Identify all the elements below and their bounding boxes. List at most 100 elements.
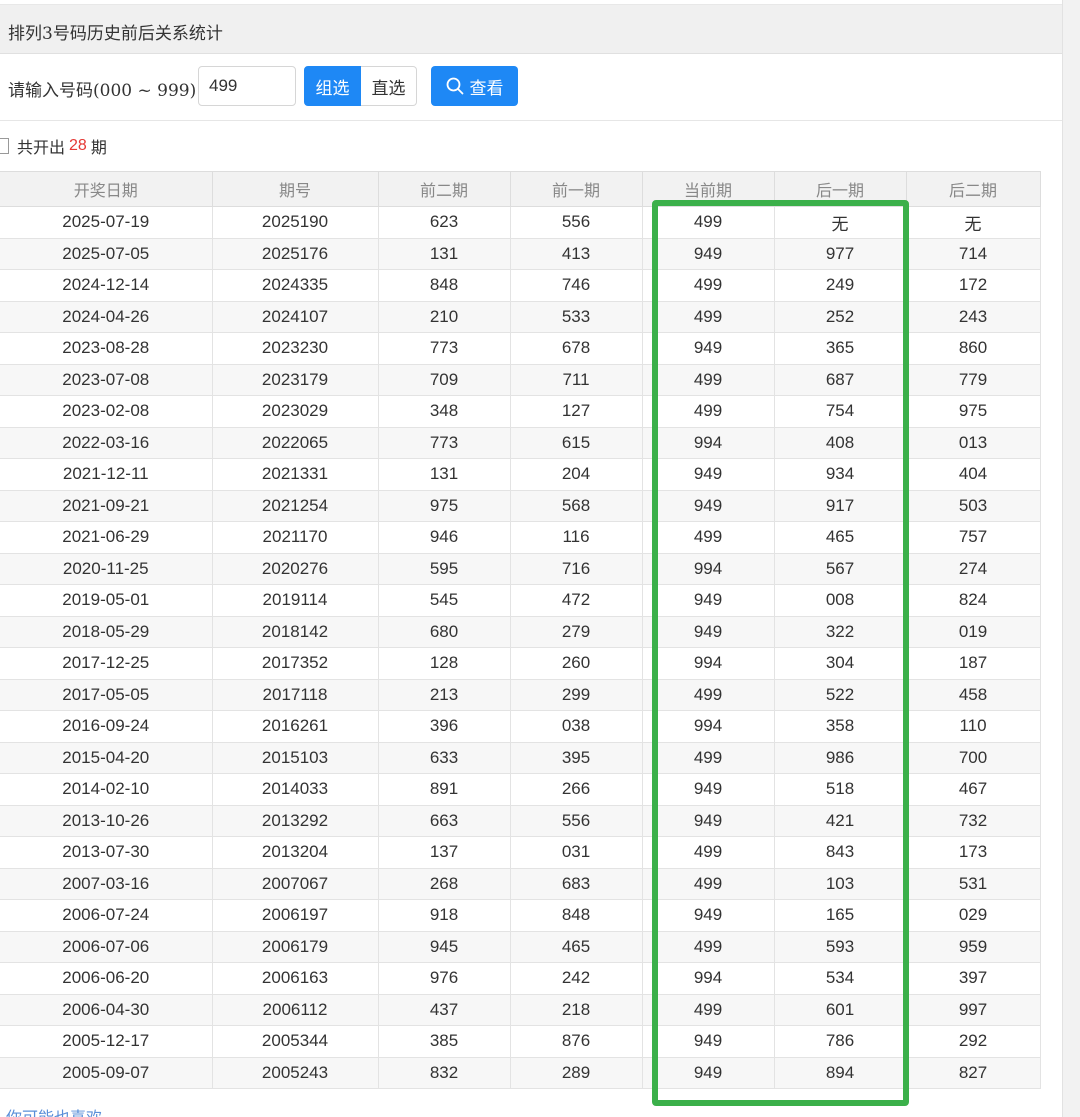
- title-bar: 排列3号码历史前后关系统计: [0, 4, 1062, 54]
- direct-select-button[interactable]: 直选: [361, 66, 417, 106]
- next2-cell: 243: [906, 301, 1041, 333]
- issue-cell: 2023029: [212, 395, 379, 428]
- table-row: 2024-12-14 2024335 848 746 499 249 172: [0, 269, 1041, 302]
- current-cell: 499: [642, 994, 775, 1026]
- current-cell: 994: [642, 710, 775, 743]
- current-header: 当前期: [642, 171, 775, 207]
- scrollbar-track[interactable]: [1062, 0, 1080, 1117]
- prev2-header: 前二期: [378, 171, 511, 207]
- date-cell: 2013-07-30: [0, 836, 213, 869]
- issue-cell: 2021331: [212, 458, 379, 491]
- current-cell: 949: [642, 490, 775, 522]
- prev1-cell: 116: [510, 521, 643, 554]
- next2-cell: 779: [906, 364, 1041, 396]
- prev1-cell: 260: [510, 647, 643, 680]
- result-count: 28: [69, 137, 87, 154]
- page-title: 排列3号码历史前后关系统计: [8, 24, 223, 44]
- prev1-cell: 299: [510, 679, 643, 711]
- prev1-cell: 472: [510, 584, 643, 617]
- date-cell: 2018-05-29: [0, 616, 213, 648]
- current-cell: 994: [642, 553, 775, 585]
- date-cell: 2019-05-01: [0, 584, 213, 617]
- issue-cell: 2005243: [212, 1057, 379, 1089]
- prev1-cell: 289: [510, 1057, 643, 1089]
- table-row: 2015-04-20 2015103 633 395 499 986 700: [0, 742, 1041, 774]
- next1-cell: 593: [774, 931, 907, 963]
- prev2-cell: 545: [378, 584, 511, 617]
- date-cell: 2021-06-29: [0, 521, 213, 554]
- issue-cell: 2006197: [212, 899, 379, 932]
- prev1-cell: 413: [510, 238, 643, 270]
- prev2-cell: 976: [378, 962, 511, 995]
- prev1-cell: 678: [510, 332, 643, 365]
- next2-cell: 959: [906, 931, 1041, 963]
- next2-cell: 732: [906, 805, 1041, 837]
- next2-header: 后二期: [906, 171, 1041, 207]
- next1-cell: 252: [774, 301, 907, 333]
- view-button[interactable]: 查看: [431, 66, 518, 106]
- current-cell: 499: [642, 206, 775, 239]
- date-cell: 2023-08-28: [0, 332, 213, 365]
- history-table-container: 开奖日期 期号 前二期 前一期 当前期 后一期 后二期 2025-07-19 2025190 6…: [0, 171, 1062, 1089]
- summary-suffix: 期: [90, 138, 107, 157]
- prev2-cell: 268: [378, 868, 511, 900]
- current-cell: 499: [642, 679, 775, 711]
- next1-cell: 365: [774, 332, 907, 365]
- next1-cell: 008: [774, 584, 907, 617]
- prev1-cell: 556: [510, 805, 643, 837]
- next2-cell: 013: [906, 427, 1041, 459]
- table-row: 2006-06-20 2006163 976 242 994 534 397: [0, 962, 1041, 995]
- prev1-cell: 127: [510, 395, 643, 428]
- next2-cell: 503: [906, 490, 1041, 522]
- issue-cell: 2007067: [212, 868, 379, 900]
- date-cell: 2022-03-16: [0, 427, 213, 459]
- prev1-cell: 568: [510, 490, 643, 522]
- next1-cell: 103: [774, 868, 907, 900]
- date-cell: 2016-09-24: [0, 710, 213, 743]
- prev2-cell: 210: [378, 301, 511, 333]
- current-cell: 949: [642, 332, 775, 365]
- current-cell: 499: [642, 301, 775, 333]
- date-cell: 2006-04-30: [0, 994, 213, 1026]
- issue-cell: 2025176: [212, 238, 379, 270]
- next1-cell: 465: [774, 521, 907, 554]
- next2-cell: 824: [906, 584, 1041, 617]
- next2-cell: 827: [906, 1057, 1041, 1089]
- table-row: 2019-05-01 2019114 545 472 949 008 824: [0, 584, 1041, 617]
- prev2-cell: 773: [378, 427, 511, 459]
- current-cell: 994: [642, 962, 775, 995]
- number-input[interactable]: [198, 66, 296, 106]
- table-row: 2014-02-10 2014033 891 266 949 518 467: [0, 773, 1041, 806]
- current-cell: 949: [642, 899, 775, 932]
- next2-cell: 404: [906, 458, 1041, 491]
- table-row: 2007-03-16 2007067 268 683 499 103 531: [0, 868, 1041, 900]
- issue-cell: 2017118: [212, 679, 379, 711]
- table-row: 2017-12-25 2017352 128 260 994 304 187: [0, 647, 1041, 680]
- next2-cell: 714: [906, 238, 1041, 270]
- issue-header: 期号: [212, 171, 379, 207]
- prev2-cell: 918: [378, 899, 511, 932]
- next2-cell: 110: [906, 710, 1041, 743]
- next1-cell: 894: [774, 1057, 907, 1089]
- table-row: 2018-05-29 2018142 680 279 949 322 019: [0, 616, 1041, 648]
- table-row: 2025-07-19 2025190 623 556 499 无无: [0, 206, 1041, 239]
- group-select-button[interactable]: 组选: [304, 66, 361, 106]
- prev1-cell: 038: [510, 710, 643, 743]
- next2-cell: 029: [906, 899, 1041, 932]
- prev2-cell: 213: [378, 679, 511, 711]
- issue-cell: 2021254: [212, 490, 379, 522]
- next2-cell: 397: [906, 962, 1041, 995]
- date-cell: 2014-02-10: [0, 773, 213, 806]
- table-header-row: 开奖日期 期号 前二期 前一期 当前期 后一期 后二期: [0, 171, 1041, 207]
- prev2-cell: 891: [378, 773, 511, 806]
- prev1-cell: 465: [510, 931, 643, 963]
- prev2-cell: 680: [378, 616, 511, 648]
- date-cell: 2023-07-08: [0, 364, 213, 396]
- date-cell: 2006-07-24: [0, 899, 213, 932]
- prev2-cell: 437: [378, 994, 511, 1026]
- prev1-cell: 711: [510, 364, 643, 396]
- recommendations-link[interactable]: 你可能也喜欢: [6, 1104, 102, 1117]
- next2-cell: 531: [906, 868, 1041, 900]
- issue-cell: 2024335: [212, 269, 379, 302]
- next1-cell: 843: [774, 836, 907, 869]
